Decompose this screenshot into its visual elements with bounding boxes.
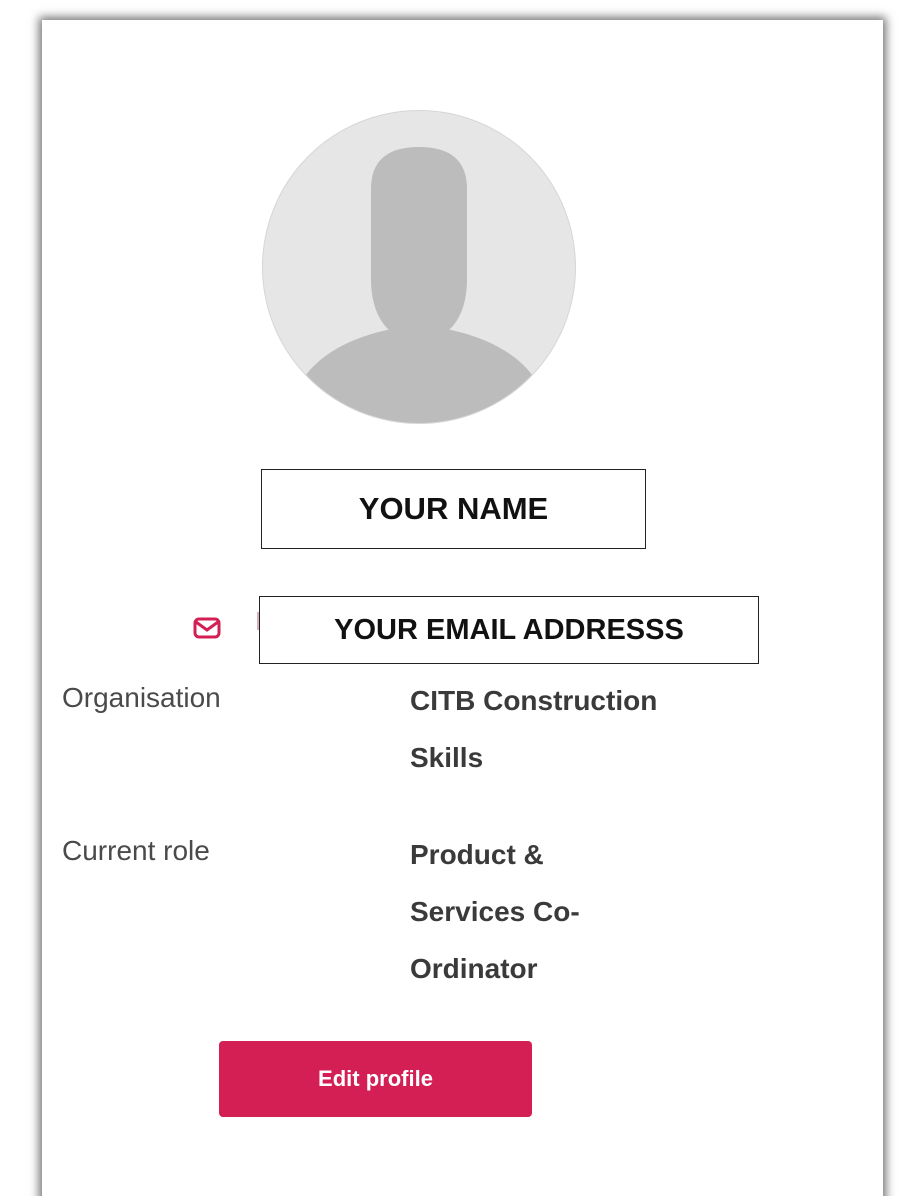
default-avatar-silhouette-icon [303,147,535,423]
envelope-icon [193,617,221,639]
profile-card: YOUR NAME YOUR EMAIL ADDRESSS Organisati… [42,20,883,1196]
current-role-value-line: Ordinator [410,953,538,984]
current-role-value: Product & Services Co- Ordinator [410,826,580,997]
current-role-value-line: Services Co- [410,896,580,927]
organisation-value-line: CITB Construction [410,685,658,716]
edit-profile-button[interactable]: Edit profile [219,1041,532,1117]
profile-name: YOUR NAME [261,469,646,549]
organisation-label: Organisation [62,682,221,713]
avatar [262,110,576,424]
page: YOUR NAME YOUR EMAIL ADDRESSS Organisati… [0,0,903,1196]
organisation-value-line: Skills [410,742,484,773]
profile-email: YOUR EMAIL ADDRESSS [259,596,759,664]
current-role-label: Current role [62,835,210,866]
current-role-value-line: Product & [410,839,544,870]
organisation-value: CITB Construction Skills [410,672,657,786]
